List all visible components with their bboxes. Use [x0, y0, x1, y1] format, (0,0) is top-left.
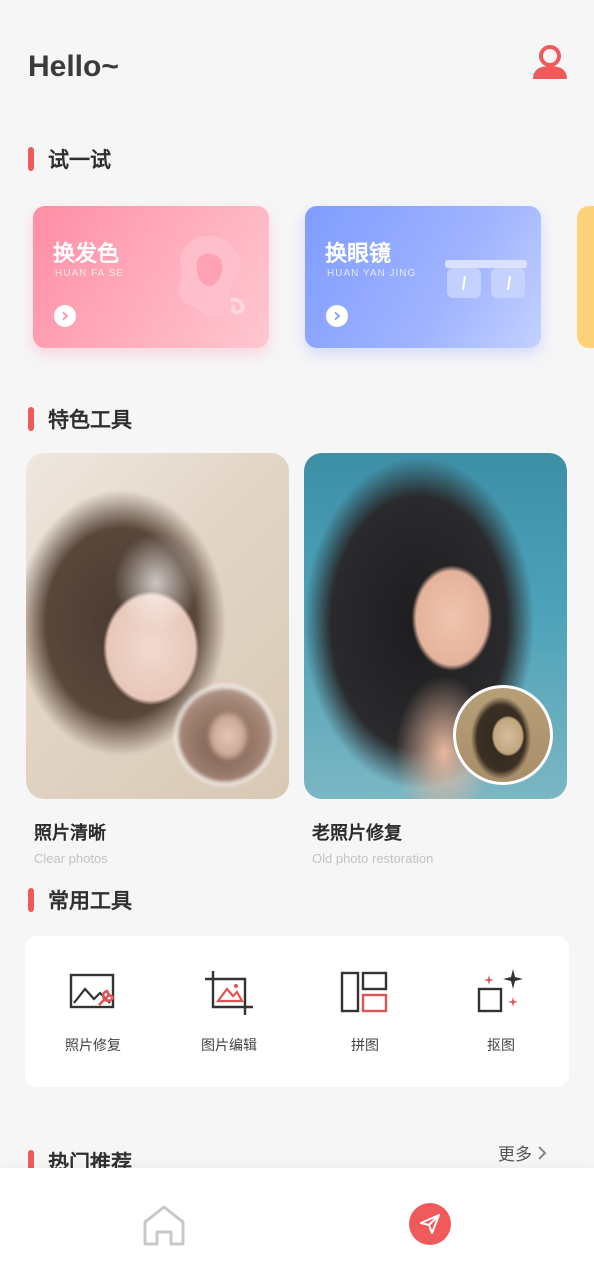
send-icon	[420, 1214, 440, 1234]
glasses-icon	[445, 260, 527, 298]
photo-repair-icon	[69, 973, 115, 1008]
before-thumbnail	[175, 685, 275, 785]
try-card-title: 换眼镜	[325, 242, 392, 267]
section-try-label: 试一试	[48, 148, 111, 172]
feature-clear-photos[interactable]: 照片清晰 Clear photos	[26, 453, 289, 866]
tool-image-edit[interactable]: 图片编辑	[169, 969, 289, 1055]
feature-old-photo-restoration[interactable]: 老照片修复 Old photo restoration	[304, 453, 567, 866]
clear-photo-image	[26, 453, 289, 799]
more-link[interactable]: 更多	[498, 1140, 549, 1165]
before-thumbnail	[453, 685, 553, 785]
try-card-subtitle: HUAN FA SE	[55, 268, 124, 279]
feature-english-name: Clear photos	[34, 851, 108, 866]
try-card-hair-color[interactable]: 换发色 HUAN FA SE	[33, 206, 269, 348]
feature-english-name: Old photo restoration	[312, 851, 434, 866]
section-common: 常用工具	[28, 887, 132, 913]
home-screen: Hello~ 试一试 换发色 HUAN FA SE 换眼镜 HUAN YAN J…	[0, 0, 594, 1280]
crop-edit-icon	[205, 970, 253, 1015]
feature-name: 照片清晰	[34, 823, 106, 844]
try-card-subtitle: HUAN YAN JING	[327, 268, 417, 279]
send-button[interactable]	[409, 1203, 451, 1245]
section-marker	[28, 407, 34, 431]
section-try: 试一试	[28, 146, 111, 172]
section-common-label: 常用工具	[48, 889, 132, 913]
tool-label: 拼图	[351, 1037, 379, 1054]
cutout-sparkle-icon	[477, 968, 523, 1012]
tool-label: 照片修复	[65, 1037, 121, 1054]
feature-name: 老照片修复	[312, 823, 402, 844]
tool-label: 图片编辑	[201, 1037, 257, 1054]
tool-collage[interactable]: 拼图	[305, 969, 425, 1055]
try-card-next[interactable]	[577, 206, 594, 348]
try-card-glasses[interactable]: 换眼镜 HUAN YAN JING	[305, 206, 541, 348]
user-icon[interactable]	[528, 42, 572, 86]
tool-photo-repair[interactable]: 照片修复	[33, 969, 153, 1055]
old-photo-image	[304, 453, 567, 799]
arrow-right-icon[interactable]	[54, 305, 76, 327]
tool-label: 抠图	[487, 1037, 515, 1054]
section-featured-label: 特色工具	[48, 408, 132, 432]
arrow-right-icon[interactable]	[326, 305, 348, 327]
home-icon[interactable]	[141, 1204, 187, 1248]
bottom-nav	[0, 1168, 594, 1280]
try-card-title: 换发色	[53, 242, 120, 267]
more-label: 更多	[498, 1145, 532, 1165]
common-tools-card: 照片修复 图片编辑 拼图 抠图	[25, 936, 569, 1087]
hair-icon	[178, 236, 245, 319]
section-featured: 特色工具	[28, 406, 132, 432]
tool-cutout[interactable]: 抠图	[441, 968, 561, 1055]
collage-icon	[340, 971, 388, 1012]
section-marker	[28, 147, 34, 171]
chevron-right-icon	[538, 1145, 547, 1160]
greeting-title: Hello~	[28, 50, 119, 83]
section-marker	[28, 888, 34, 912]
